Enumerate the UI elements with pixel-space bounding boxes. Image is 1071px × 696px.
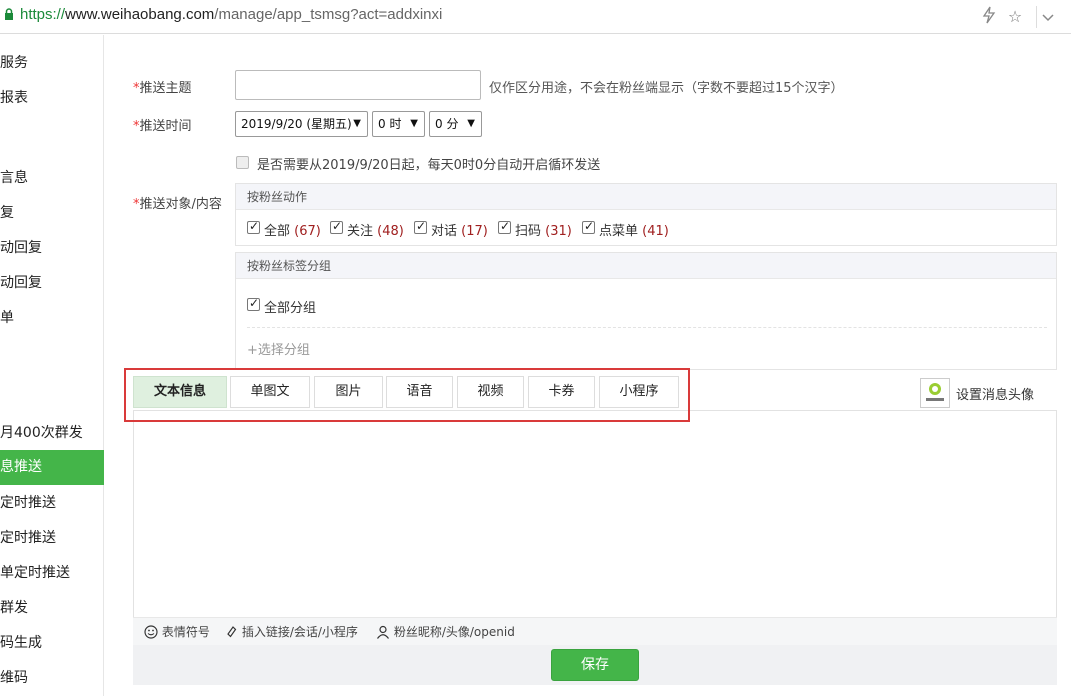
lightning-icon[interactable] (978, 6, 1000, 28)
sidebar-item[interactable]: 定时推送 (0, 486, 104, 521)
option-count: (17) (461, 224, 488, 239)
all-groups-label[interactable]: 全部分组 (264, 297, 316, 316)
sidebar-item[interactable]: 动回复 (0, 231, 104, 266)
date-value: 2019/9/20 (星期五) (241, 117, 352, 131)
tab-miniprogram[interactable]: 小程序 (599, 376, 679, 408)
emoji-tool[interactable]: 表情符号 (144, 623, 210, 640)
link-icon (227, 626, 237, 638)
option-count: (41) (642, 224, 669, 239)
sidebar-item[interactable]: 定时推送 (0, 521, 104, 556)
tab-coupon[interactable]: 卡券 (528, 376, 595, 408)
option-follow[interactable]: 关注 (48) (347, 220, 404, 239)
save-button[interactable]: 保存 (551, 649, 639, 681)
option-all[interactable]: 全部 (67) (264, 220, 321, 239)
smiley-icon (144, 625, 158, 639)
address-bar[interactable]: https://www.weihaobang.com/manage/app_ts… (0, 0, 1071, 34)
sidebar-item[interactable]: 动回复 (0, 266, 104, 301)
lock-icon (5, 8, 13, 20)
sidebar-item[interactable]: 月400次群发 (0, 416, 104, 451)
select-group-link[interactable]: +选择分组 (247, 339, 310, 358)
chevron-down-icon[interactable] (1036, 6, 1058, 28)
url-scheme: https:// (20, 6, 66, 23)
checkbox-follow[interactable] (330, 219, 343, 234)
subject-hint: 仅作区分用途，不会在粉丝端显示（字数不要超过15个汉字） (489, 81, 844, 96)
sidebar-item-active[interactable]: 息推送 (0, 450, 104, 485)
fan-nickname-label: 粉丝昵称/头像/openid (393, 625, 515, 639)
fan-nickname-tool[interactable]: 粉丝昵称/头像/openid (376, 623, 515, 640)
url-text[interactable]: https://www.weihaobang.com/manage/app_ts… (20, 6, 442, 23)
sidebar-item[interactable]: 单 (0, 301, 104, 336)
checkbox-scan[interactable] (498, 219, 511, 234)
option-label: 关注 (347, 224, 374, 239)
avatar-logo-icon (926, 383, 944, 401)
tab-text[interactable]: 文本信息 (133, 376, 227, 408)
fan-actions-title: 按粉丝动作 (236, 184, 1056, 210)
minute-value: 0 分 (435, 117, 459, 131)
option-dialog[interactable]: 对话 (17) (431, 220, 488, 239)
loop-label: 是否需要从2019/9/20日起，每天0时0分自动开启循环发送 (257, 158, 601, 173)
sidebar-item[interactable]: 维码 (0, 661, 104, 696)
tab-image[interactable]: 图片 (314, 376, 383, 408)
subject-label: *推送主题 (133, 77, 192, 96)
tab-single-article[interactable]: 单图文 (230, 376, 310, 408)
date-select[interactable]: 2019/9/20 (星期五) ▼ (235, 111, 368, 137)
fan-groups-panel: 按粉丝标签分组 (235, 252, 1057, 370)
url-path: /manage/app_tsmsg?act=addxinxi (214, 6, 443, 23)
checkbox-all[interactable] (247, 219, 260, 234)
message-avatar[interactable] (920, 378, 950, 408)
option-label: 对话 (431, 224, 458, 239)
fan-groups-title: 按粉丝标签分组 (236, 253, 1056, 279)
emoji-tool-label: 表情符号 (161, 625, 210, 639)
subject-label-text: 推送主题 (139, 81, 192, 96)
url-host: www.weihaobang.com (65, 6, 215, 23)
option-count: (67) (294, 224, 321, 239)
tab-voice[interactable]: 语音 (386, 376, 453, 408)
target-label: *推送对象/内容 (133, 193, 222, 212)
checkbox-all-groups[interactable] (247, 296, 260, 311)
option-label: 扫码 (515, 224, 542, 239)
subject-input[interactable] (235, 70, 481, 100)
time-label-text: 推送时间 (139, 119, 192, 134)
dropdown-arrow-icon: ▼ (467, 118, 475, 129)
sidebar-item[interactable]: 报表 (0, 81, 104, 116)
loop-checkbox[interactable] (236, 156, 249, 169)
checkbox-menu[interactable] (582, 219, 595, 234)
option-scan[interactable]: 扫码 (31) (515, 220, 572, 239)
sidebar-item[interactable]: 码生成 (0, 626, 104, 661)
tab-video[interactable]: 视频 (457, 376, 524, 408)
option-label: 点菜单 (599, 224, 639, 239)
divider (247, 327, 1047, 328)
set-avatar-link[interactable]: 设置消息头像 (956, 384, 1034, 403)
option-count: (31) (545, 224, 572, 239)
sidebar-item[interactable]: 单定时推送 (0, 556, 104, 591)
option-menu[interactable]: 点菜单 (41) (599, 220, 669, 239)
person-icon (377, 625, 389, 639)
sidebar-item[interactable]: 言息 (0, 161, 104, 196)
hour-value: 0 时 (378, 117, 402, 131)
dropdown-arrow-icon: ▼ (353, 118, 361, 129)
option-label: 全部 (264, 224, 291, 239)
sidebar-item[interactable]: 复 (0, 196, 104, 231)
hour-select[interactable]: 0 时 ▼ (372, 111, 425, 137)
option-count: (48) (377, 224, 404, 239)
sidebar-item[interactable]: 群发 (0, 591, 104, 626)
time-label: *推送时间 (133, 115, 192, 134)
dropdown-arrow-icon: ▼ (410, 118, 418, 129)
target-label-text: 推送对象/内容 (139, 197, 222, 212)
minute-select[interactable]: 0 分 ▼ (429, 111, 482, 137)
insert-link-label: 插入链接/会话/小程序 (241, 625, 358, 639)
sidebar: 服务 报表 言息 复 动回复 动回复 单 月400次群发 息推送 定时推送 定时… (0, 35, 104, 696)
checkbox-dialog[interactable] (414, 219, 427, 234)
star-icon[interactable]: ☆ (1004, 6, 1026, 28)
sidebar-item[interactable]: 服务 (0, 46, 104, 81)
insert-link-tool[interactable]: 插入链接/会话/小程序 (226, 623, 358, 640)
